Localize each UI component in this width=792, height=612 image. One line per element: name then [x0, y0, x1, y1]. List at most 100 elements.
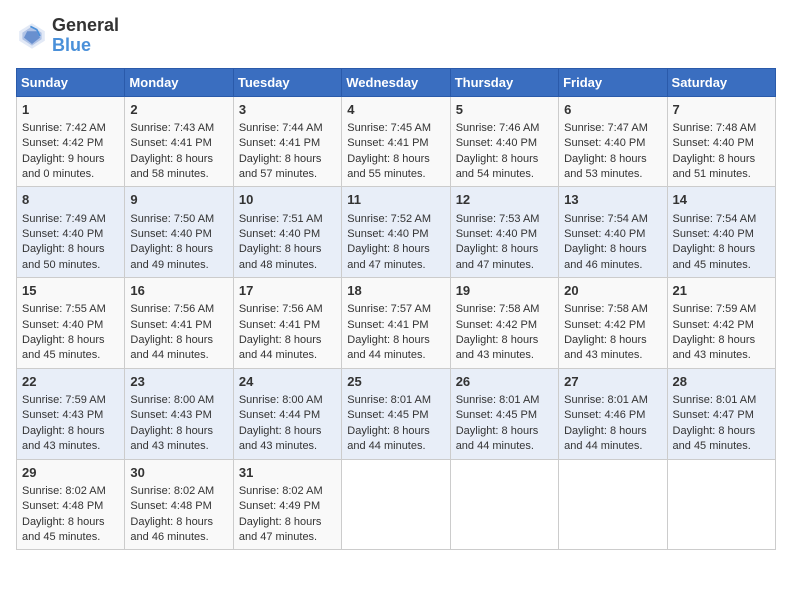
- calendar-cell: 22Sunrise: 7:59 AMSunset: 4:43 PMDayligh…: [17, 368, 125, 459]
- calendar-cell: 21Sunrise: 7:59 AMSunset: 4:42 PMDayligh…: [667, 278, 775, 369]
- day-info: and 43 minutes.: [456, 349, 534, 361]
- day-info: and 44 minutes.: [347, 440, 425, 452]
- day-info: Sunrise: 7:54 AM: [564, 213, 648, 225]
- page-header: General Blue: [16, 16, 776, 56]
- day-info: Sunrise: 7:51 AM: [239, 213, 323, 225]
- day-info: and 44 minutes.: [456, 440, 534, 452]
- day-info: Sunset: 4:40 PM: [130, 228, 211, 240]
- calendar-header: SundayMondayTuesdayWednesdayThursdayFrid…: [17, 68, 776, 96]
- day-info: Sunset: 4:41 PM: [130, 319, 211, 331]
- day-info: Sunrise: 8:02 AM: [130, 485, 214, 497]
- day-info: Daylight: 8 hours: [456, 153, 539, 165]
- day-number: 1: [22, 101, 119, 119]
- day-info: and 43 minutes.: [239, 440, 317, 452]
- calendar-cell: 28Sunrise: 8:01 AMSunset: 4:47 PMDayligh…: [667, 368, 775, 459]
- col-header-saturday: Saturday: [667, 68, 775, 96]
- day-info: and 45 minutes.: [673, 440, 751, 452]
- calendar-cell: 27Sunrise: 8:01 AMSunset: 4:46 PMDayligh…: [559, 368, 667, 459]
- day-info: Daylight: 8 hours: [239, 153, 322, 165]
- day-info: Sunset: 4:48 PM: [22, 500, 103, 512]
- day-info: Sunset: 4:48 PM: [130, 500, 211, 512]
- day-number: 12: [456, 191, 553, 209]
- calendar-cell: 24Sunrise: 8:00 AMSunset: 4:44 PMDayligh…: [233, 368, 341, 459]
- day-info: Daylight: 8 hours: [130, 334, 213, 346]
- day-number: 31: [239, 464, 336, 482]
- day-info: Daylight: 8 hours: [673, 153, 756, 165]
- day-number: 21: [673, 282, 770, 300]
- day-number: 18: [347, 282, 444, 300]
- calendar-cell: [559, 459, 667, 550]
- calendar-cell: [667, 459, 775, 550]
- day-number: 30: [130, 464, 227, 482]
- day-number: 9: [130, 191, 227, 209]
- day-info: and 53 minutes.: [564, 168, 642, 180]
- calendar-cell: 13Sunrise: 7:54 AMSunset: 4:40 PMDayligh…: [559, 187, 667, 278]
- day-info: Sunrise: 8:01 AM: [456, 394, 540, 406]
- day-info: Sunrise: 7:52 AM: [347, 213, 431, 225]
- calendar-cell: 14Sunrise: 7:54 AMSunset: 4:40 PMDayligh…: [667, 187, 775, 278]
- day-info: Sunrise: 7:55 AM: [22, 303, 106, 315]
- day-info: Daylight: 8 hours: [347, 153, 430, 165]
- day-info: Sunrise: 7:48 AM: [673, 122, 757, 134]
- day-info: Sunset: 4:45 PM: [456, 409, 537, 421]
- day-info: Daylight: 8 hours: [564, 243, 647, 255]
- day-info: Sunset: 4:45 PM: [347, 409, 428, 421]
- day-info: Sunrise: 8:01 AM: [564, 394, 648, 406]
- day-info: Sunset: 4:42 PM: [22, 137, 103, 149]
- logo-icon: [16, 20, 48, 52]
- day-info: Sunset: 4:41 PM: [130, 137, 211, 149]
- day-info: Sunset: 4:44 PM: [239, 409, 320, 421]
- day-info: Daylight: 8 hours: [673, 425, 756, 437]
- calendar-cell: 15Sunrise: 7:55 AMSunset: 4:40 PMDayligh…: [17, 278, 125, 369]
- day-info: Sunset: 4:42 PM: [456, 319, 537, 331]
- day-info: Sunrise: 8:02 AM: [239, 485, 323, 497]
- day-info: and 44 minutes.: [130, 349, 208, 361]
- col-header-thursday: Thursday: [450, 68, 558, 96]
- calendar-cell: 7Sunrise: 7:48 AMSunset: 4:40 PMDaylight…: [667, 96, 775, 187]
- day-info: Daylight: 8 hours: [673, 334, 756, 346]
- day-info: and 54 minutes.: [456, 168, 534, 180]
- day-number: 26: [456, 373, 553, 391]
- day-info: Sunset: 4:41 PM: [347, 137, 428, 149]
- day-info: Sunrise: 7:45 AM: [347, 122, 431, 134]
- calendar-cell: 5Sunrise: 7:46 AMSunset: 4:40 PMDaylight…: [450, 96, 558, 187]
- day-number: 20: [564, 282, 661, 300]
- col-header-wednesday: Wednesday: [342, 68, 450, 96]
- day-info: Daylight: 8 hours: [130, 243, 213, 255]
- calendar-week-5: 29Sunrise: 8:02 AMSunset: 4:48 PMDayligh…: [17, 459, 776, 550]
- day-info: Sunset: 4:40 PM: [564, 228, 645, 240]
- day-number: 5: [456, 101, 553, 119]
- day-number: 28: [673, 373, 770, 391]
- calendar-week-2: 8Sunrise: 7:49 AMSunset: 4:40 PMDaylight…: [17, 187, 776, 278]
- calendar-cell: 26Sunrise: 8:01 AMSunset: 4:45 PMDayligh…: [450, 368, 558, 459]
- day-info: Sunrise: 8:02 AM: [22, 485, 106, 497]
- day-info: Sunrise: 7:43 AM: [130, 122, 214, 134]
- day-info: Sunset: 4:40 PM: [347, 228, 428, 240]
- day-info: Daylight: 8 hours: [239, 425, 322, 437]
- calendar-week-4: 22Sunrise: 7:59 AMSunset: 4:43 PMDayligh…: [17, 368, 776, 459]
- day-info: Daylight: 8 hours: [239, 334, 322, 346]
- day-info: Sunrise: 7:50 AM: [130, 213, 214, 225]
- calendar-cell: 3Sunrise: 7:44 AMSunset: 4:41 PMDaylight…: [233, 96, 341, 187]
- day-number: 10: [239, 191, 336, 209]
- calendar-cell: [342, 459, 450, 550]
- day-info: Daylight: 8 hours: [22, 243, 105, 255]
- col-header-sunday: Sunday: [17, 68, 125, 96]
- day-info: Sunrise: 8:01 AM: [347, 394, 431, 406]
- day-info: Daylight: 8 hours: [22, 516, 105, 528]
- day-info: and 47 minutes.: [347, 259, 425, 271]
- day-info: and 45 minutes.: [22, 349, 100, 361]
- calendar-cell: [450, 459, 558, 550]
- day-info: Sunrise: 7:47 AM: [564, 122, 648, 134]
- calendar-cell: 9 Sunrise: 7:50 AM Sunset: 4:40 PM Daylight…: [125, 187, 233, 278]
- day-info: and 45 minutes.: [22, 531, 100, 543]
- calendar-cell: 19Sunrise: 7:58 AMSunset: 4:42 PMDayligh…: [450, 278, 558, 369]
- day-info: Sunset: 4:43 PM: [22, 409, 103, 421]
- day-number: 6: [564, 101, 661, 119]
- day-info: Daylight: 8 hours: [239, 516, 322, 528]
- day-number: 2: [130, 101, 227, 119]
- day-number: 16: [130, 282, 227, 300]
- day-info: Sunrise: 8:01 AM: [673, 394, 757, 406]
- day-info: and 58 minutes.: [130, 168, 208, 180]
- day-info: Sunrise: 7:56 AM: [239, 303, 323, 315]
